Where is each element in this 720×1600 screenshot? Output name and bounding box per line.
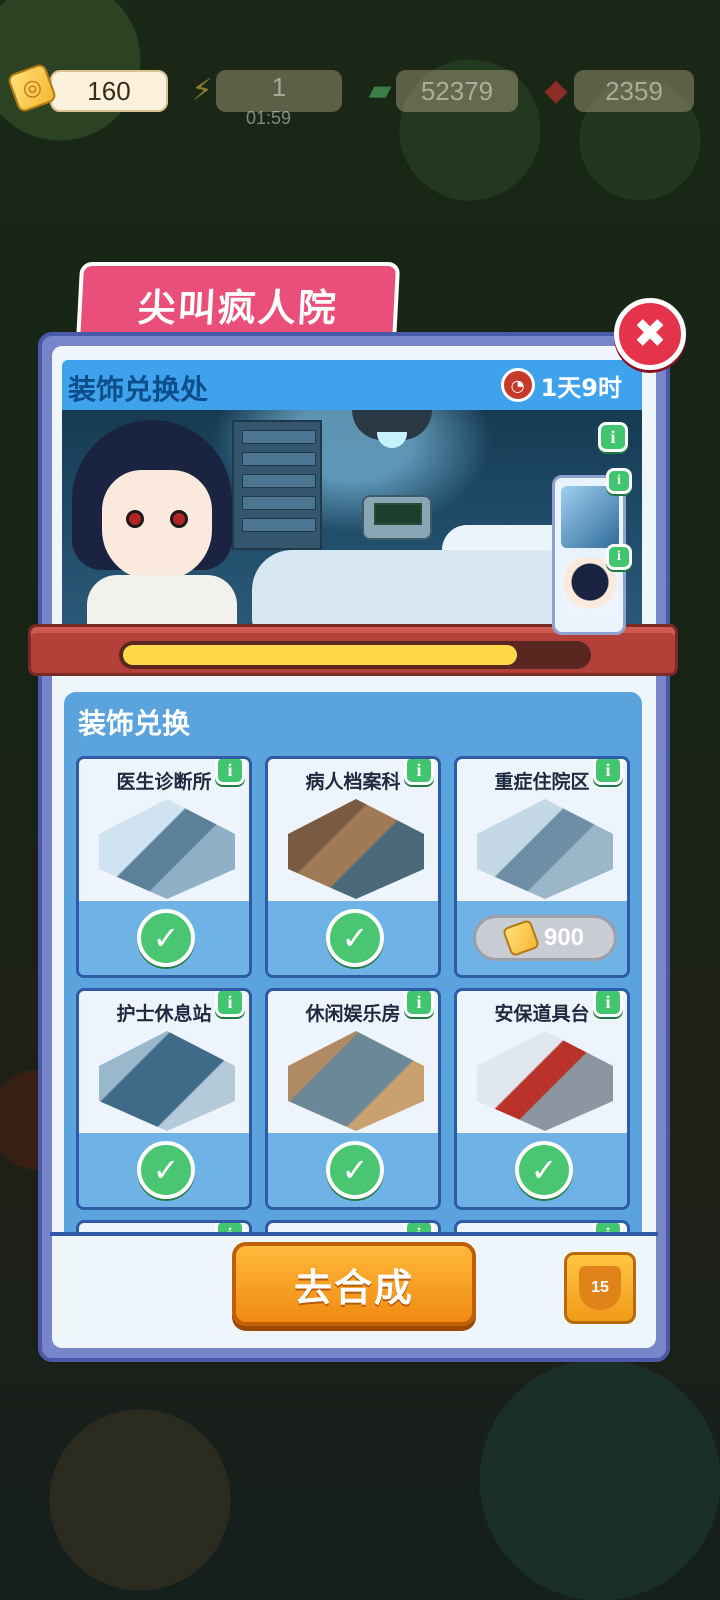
exchange-section: 装饰兑换 医生诊断所 i ✓ 病人档案科 i ✓ 重症住院区 i 900 护士休息站 i ✓ 休闲娱乐房…: [64, 692, 642, 1232]
decoration-card-peek[interactable]: i: [454, 1220, 630, 1232]
go-merge-button[interactable]: 去合成: [232, 1242, 476, 1326]
decoration-card[interactable]: 安保道具台 i ✓: [454, 988, 630, 1210]
ticket-icon: [501, 918, 541, 958]
decoration-card[interactable]: 医生诊断所 i ✓: [76, 756, 252, 978]
ruby-icon: ◆: [544, 72, 568, 108]
decoration-card[interactable]: 病人档案科 i ✓: [265, 756, 441, 978]
info-icon[interactable]: i: [593, 991, 623, 1017]
lamp-bulb: [377, 432, 407, 448]
shop-header: 装饰兑换处 ◔ 1天9时: [62, 360, 642, 410]
check-icon: ✓: [137, 909, 195, 967]
decoration-image: [477, 1031, 613, 1131]
close-button[interactable]: ✖: [614, 298, 686, 370]
trophy-icon: 15: [579, 1266, 621, 1310]
time-remaining-label: 1天9时: [540, 373, 622, 402]
time-remaining: ◔ 1天9时: [497, 366, 634, 404]
check-icon: ✓: [515, 1141, 573, 1199]
info-icon[interactable]: i: [215, 1223, 245, 1232]
shop-title: 装饰兑换处: [68, 373, 209, 406]
info-icon[interactable]: i: [215, 759, 245, 785]
decoration-card[interactable]: 护士休息站 i ✓: [76, 988, 252, 1210]
info-icon[interactable]: i: [593, 759, 623, 785]
go-merge-label: 去合成: [293, 1265, 414, 1310]
ticket-counter[interactable]: 160: [50, 70, 168, 112]
ticket-icon: ◎: [6, 62, 58, 114]
currency-bar: 160 ◎ 1 01:59 ⚡ 52379 ▰ 2359 ◆: [0, 62, 720, 128]
card-footer: ✓: [268, 1133, 438, 1207]
decoration-image: [99, 799, 235, 899]
monitor-machine: [362, 495, 432, 540]
close-icon: ✖: [633, 311, 667, 357]
lightning-icon: ⚡: [191, 72, 213, 108]
decoration-card[interactable]: 休闲娱乐房 i ✓: [265, 988, 441, 1210]
info-icon[interactable]: i: [593, 1223, 623, 1232]
scene-info-icon[interactable]: i: [598, 422, 628, 452]
character-portrait: [62, 410, 262, 632]
clock-icon: ◔: [500, 368, 535, 402]
cash-icon: ▰: [368, 72, 392, 108]
decoration-card-peek[interactable]: i: [265, 1220, 441, 1232]
trophy-level: 15: [591, 1279, 609, 1296]
energy-timer: 01:59: [246, 108, 292, 128]
progress-fill: [123, 645, 517, 665]
progress-track: [119, 641, 591, 669]
info-icon[interactable]: i: [404, 759, 434, 785]
price-label: 900: [543, 924, 585, 951]
grid-divider: [50, 1232, 658, 1236]
check-icon: ✓: [326, 909, 384, 967]
ticket-count: 160: [87, 75, 131, 106]
card-footer: ✓: [79, 901, 249, 975]
cash-counter[interactable]: 52379: [396, 70, 518, 112]
decoration-image: [288, 799, 424, 899]
page-title: 尖叫疯人院: [136, 285, 339, 330]
card-footer: 900: [457, 901, 627, 975]
card-footer: ✓: [79, 1133, 249, 1207]
room-info-icon[interactable]: i: [606, 468, 632, 494]
energy-count: 1: [271, 72, 287, 102]
buy-button[interactable]: 900: [473, 915, 617, 961]
info-icon[interactable]: i: [404, 991, 434, 1017]
decoration-image: [477, 799, 613, 899]
character-info-icon[interactable]: i: [606, 544, 632, 570]
trophy-button[interactable]: 15: [564, 1252, 636, 1324]
card-footer: ✓: [457, 1133, 627, 1207]
decoration-card-peek[interactable]: i: [76, 1220, 252, 1232]
decoration-image: [288, 1031, 424, 1131]
cash-count: 52379: [420, 75, 494, 106]
energy-counter[interactable]: 1: [216, 70, 342, 112]
check-icon: ✓: [326, 1141, 384, 1199]
decoration-card[interactable]: 重症住院区 i 900: [454, 756, 630, 978]
decoration-image: [99, 1031, 235, 1131]
exchange-title: 装饰兑换: [78, 707, 191, 740]
gem-count: 2359: [605, 75, 663, 106]
gem-counter[interactable]: 2359: [574, 70, 694, 112]
info-icon[interactable]: i: [404, 1223, 434, 1232]
card-footer: ✓: [268, 901, 438, 975]
info-icon[interactable]: i: [215, 991, 245, 1017]
check-icon: ✓: [137, 1141, 195, 1199]
room-thumbnail[interactable]: [561, 486, 619, 548]
